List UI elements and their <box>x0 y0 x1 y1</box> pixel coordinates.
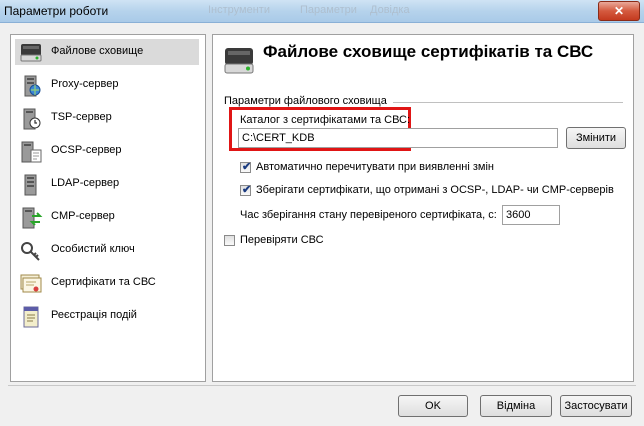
sidebar-item-proxy[interactable]: Proxy-сервер <box>15 72 199 98</box>
sidebar-item-label: TSP-сервер <box>51 111 112 123</box>
footer-divider <box>8 385 636 386</box>
close-icon: ✕ <box>613 4 625 18</box>
background-menu-item: Довідка <box>370 4 410 16</box>
catalog-path-input[interactable] <box>238 128 558 148</box>
auto-reread-checkbox[interactable]: ✔ <box>240 161 252 173</box>
sidebar-item-ocsp[interactable]: OCSP-сервер <box>15 138 199 164</box>
sidebar-item-label: LDAP-сервер <box>51 177 120 189</box>
cache-time-label: Час зберігання стану перевіреного сертиф… <box>240 209 497 221</box>
sidebar-item-ldap[interactable]: LDAP-сервер <box>15 171 199 197</box>
sidebar-item-tsp[interactable]: TSP-сервер <box>15 105 199 131</box>
ldap-server-icon <box>19 174 43 196</box>
background-menu-item: Параметри <box>300 4 357 16</box>
auto-reread-label: Автоматично перечитувати при виявленні з… <box>256 161 495 173</box>
tsp-server-icon <box>19 108 43 130</box>
checkmark-icon: ✔ <box>242 184 252 196</box>
sidebar-item-label: Сертифікати та СВС <box>51 276 156 288</box>
check-crl-checkbox[interactable] <box>224 235 235 246</box>
cache-time-input[interactable] <box>502 205 560 225</box>
page-title: Файлове сховище сертифікатів та СВС <box>263 42 594 61</box>
sidebar-item-label: CMP-сервер <box>51 210 115 222</box>
catalog-label: Каталог з сертифікатами та СВС: <box>240 114 411 126</box>
save-certs-checkbox[interactable]: ✔ <box>240 184 252 196</box>
key-icon <box>19 240 43 262</box>
sidebar-item-label: Реєстрація подій <box>51 309 137 321</box>
apply-button[interactable]: Застосувати <box>560 395 632 417</box>
settings-window: Параметри роботи Інструменти Параметри Д… <box>0 0 644 426</box>
event-log-icon <box>19 306 43 328</box>
change-button[interactable]: Змінити <box>566 127 626 149</box>
window-title: Параметри роботи <box>4 4 109 18</box>
checkmark-icon: ✔ <box>242 161 252 173</box>
sidebar-item-cmp[interactable]: CMP-сервер <box>15 204 199 230</box>
sidebar-item-label: Proxy-сервер <box>51 78 119 90</box>
sidebar: Файлове сховище Proxy-сервер TSP-сервер … <box>10 34 206 382</box>
sidebar-item-label: Файлове сховище <box>51 45 144 57</box>
settings-panel: Файлове сховище сертифікатів та СВС Пара… <box>212 34 634 382</box>
cmp-server-icon <box>19 207 43 229</box>
drive-icon <box>222 45 256 77</box>
proxy-server-icon <box>19 75 43 97</box>
group-label: Параметри файлового сховища <box>224 95 389 107</box>
ocsp-server-icon <box>19 141 43 163</box>
save-certs-label: Зберігати сертифікати, що отримані з OCS… <box>256 184 614 196</box>
sidebar-item-label: Особистий ключ <box>51 243 135 255</box>
cancel-button[interactable]: Відміна <box>480 395 552 417</box>
title-bar[interactable]: Параметри роботи Інструменти Параметри Д… <box>0 0 644 23</box>
sidebar-item-label: OCSP-сервер <box>51 144 122 156</box>
group-divider <box>393 102 623 103</box>
drive-icon <box>19 42 43 64</box>
certificates-icon <box>19 273 43 295</box>
background-menu-item: Інструменти <box>208 4 270 16</box>
sidebar-item-private-key[interactable]: Особистий ключ <box>15 237 199 263</box>
check-crl-label: Перевіряти СВС <box>240 234 324 246</box>
ok-button[interactable]: OK <box>398 395 468 417</box>
close-button[interactable]: ✕ <box>598 1 640 21</box>
sidebar-item-certificates[interactable]: Сертифікати та СВС <box>15 270 199 296</box>
sidebar-item-event-log[interactable]: Реєстрація подій <box>15 303 199 329</box>
sidebar-item-file-storage[interactable]: Файлове сховище <box>15 39 199 65</box>
